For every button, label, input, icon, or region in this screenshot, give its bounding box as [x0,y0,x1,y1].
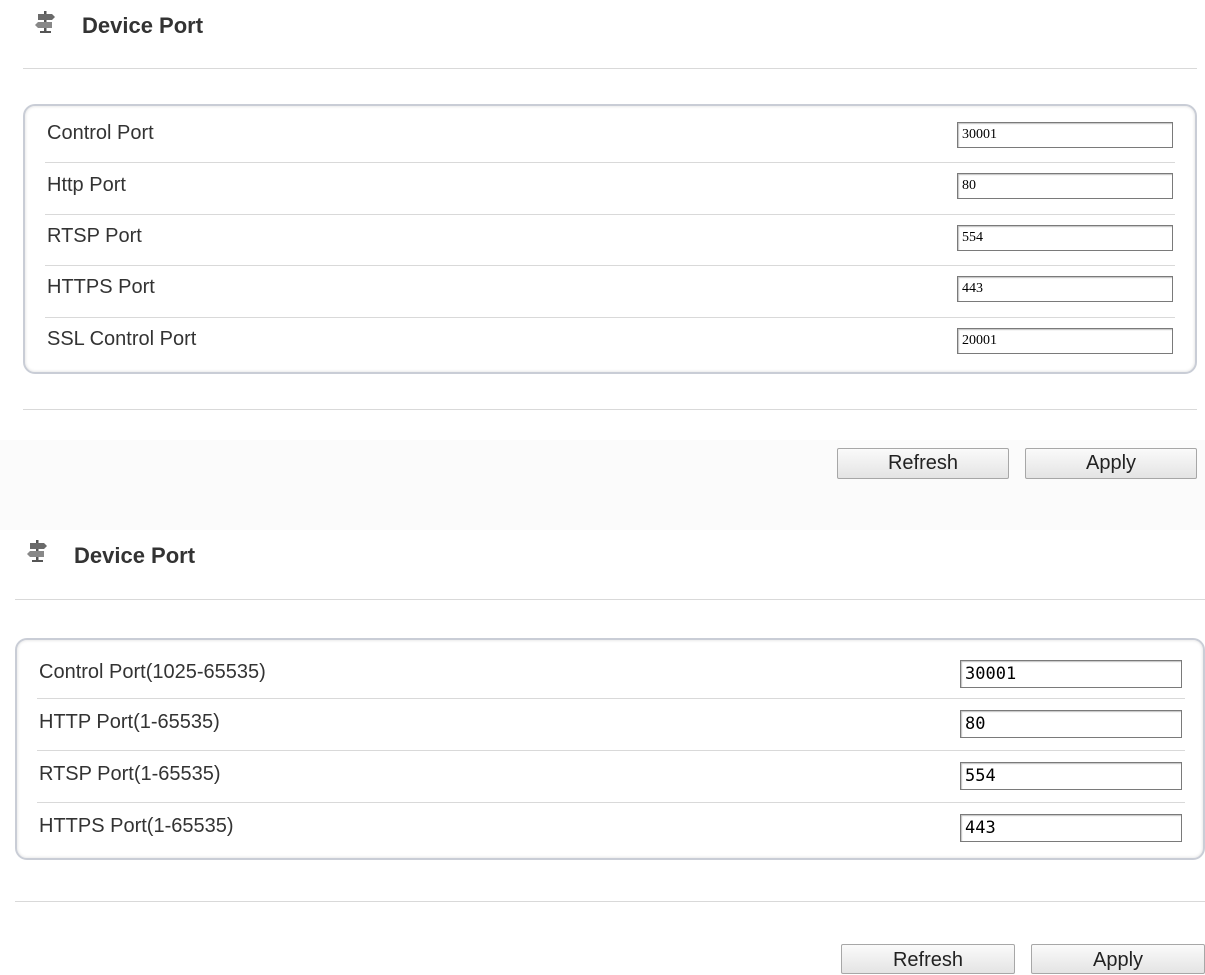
apply-button[interactable]: Apply [1031,944,1205,974]
http-port-label: HTTP Port(1-65535) [39,711,220,733]
form-row: Control Port(1025-65535) [37,646,1185,699]
rtsp-port-input[interactable] [960,762,1182,790]
signpost-icon [35,11,55,33]
ssl-control-port-label: SSL Control Port [47,328,197,350]
port-settings-box: Control Port(1025-65535) HTTP Port(1-655… [15,638,1205,860]
form-row: RTSP Port [45,215,1175,266]
divider [23,68,1197,69]
form-row: Http Port [45,163,1175,215]
https-port-input[interactable] [957,276,1173,302]
refresh-button[interactable]: Refresh [837,448,1009,479]
form-row: HTTP Port(1-65535) [37,699,1185,751]
port-settings-box: Control Port Http Port RTSP Port HTTPS P… [23,104,1197,374]
device-port-panel-1: Device Port Control Port Http Port RTSP … [0,0,1205,530]
rtsp-port-label: RTSP Port(1-65535) [39,763,221,785]
divider [15,599,1205,600]
form-row: SSL Control Port [45,318,1175,370]
https-port-label: HTTPS Port [47,276,155,298]
device-port-panel-2: Device Port Control Port(1025-65535) HTT… [0,530,1205,974]
form-row: HTTPS Port [45,266,1175,318]
control-port-label: Control Port(1025-65535) [39,661,266,683]
https-port-label: HTTPS Port(1-65535) [39,815,234,837]
signpost-icon [27,540,47,562]
form-row: HTTPS Port(1-65535) [37,803,1185,855]
control-port-input[interactable] [957,122,1173,148]
http-port-input[interactable] [960,710,1182,738]
form-row: RTSP Port(1-65535) [37,751,1185,803]
rtsp-port-input[interactable] [957,225,1173,251]
ssl-control-port-input[interactable] [957,328,1173,354]
page-title: Device Port [74,543,196,568]
page-title: Device Port [82,13,204,38]
http-port-label: Http Port [47,174,126,196]
http-port-input[interactable] [957,173,1173,199]
control-port-label: Control Port [47,122,154,144]
apply-button[interactable]: Apply [1025,448,1197,479]
https-port-input[interactable] [960,814,1182,842]
divider [23,409,1197,410]
divider [15,901,1205,902]
refresh-button[interactable]: Refresh [841,944,1015,974]
rtsp-port-label: RTSP Port [47,225,142,247]
form-row: Control Port [45,110,1175,163]
control-port-input[interactable] [960,660,1182,688]
